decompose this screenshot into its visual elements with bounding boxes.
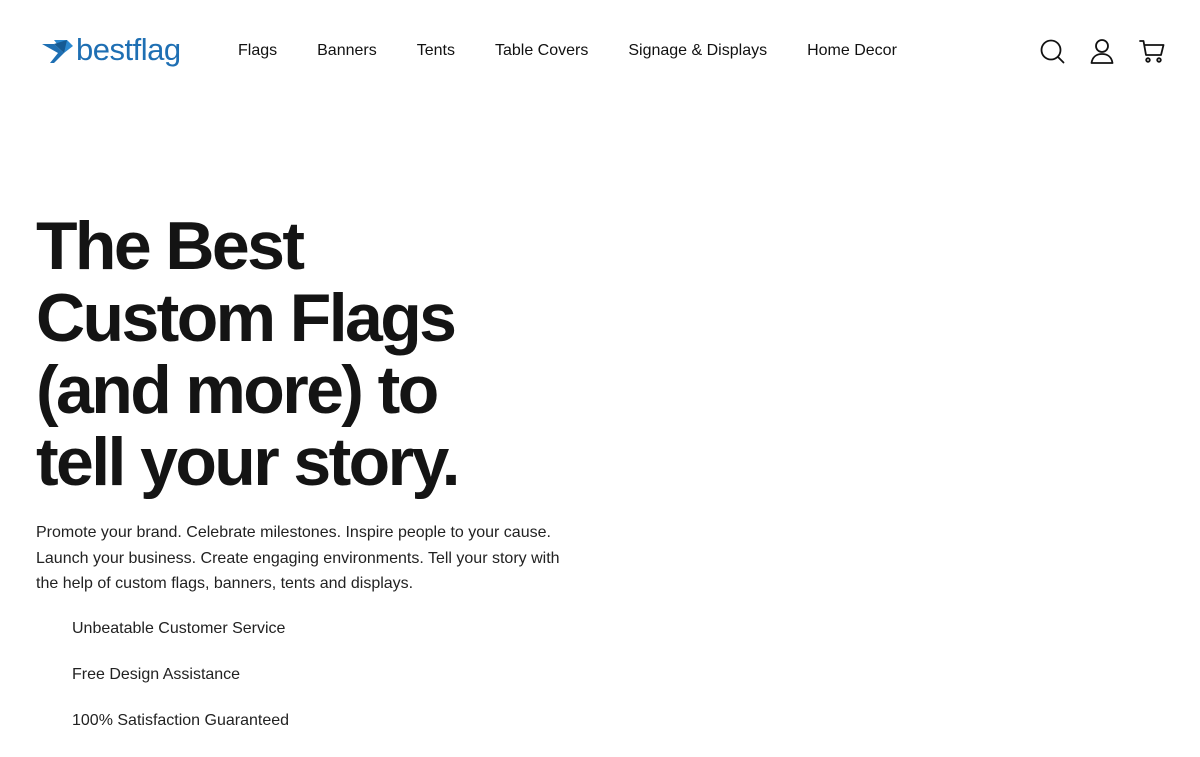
hero-section: The Best Custom Flags (and more) to tell… xyxy=(36,210,596,757)
nav-item-banners[interactable]: Banners xyxy=(317,41,377,61)
hero-title: The Best Custom Flags (and more) to tell… xyxy=(36,210,596,498)
main-nav: Flags Banners Tents Table Covers Signage… xyxy=(238,41,937,61)
logo-mark-icon xyxy=(42,40,73,63)
hero-title-line: (and more) to xyxy=(36,352,439,428)
nav-item-signage-displays[interactable]: Signage & Displays xyxy=(628,41,767,61)
hero-title-line: tell your story. xyxy=(36,424,461,500)
feature-list: Unbeatable Customer Service Free Design … xyxy=(36,619,596,731)
nav-item-table-covers[interactable]: Table Covers xyxy=(495,41,588,61)
cart-icon[interactable] xyxy=(1138,37,1166,65)
site-header: bestflag Flags Banners Tents Table Cover… xyxy=(0,0,1200,103)
feature-item: 100% Satisfaction Guaranteed xyxy=(72,711,290,729)
header-icons xyxy=(1038,37,1166,65)
feature-item: Unbeatable Customer Service xyxy=(72,619,286,637)
nav-item-home-decor[interactable]: Home Decor xyxy=(807,41,897,61)
hero-description: Promote your brand. Celebrate milestones… xyxy=(36,524,560,592)
account-icon[interactable] xyxy=(1088,37,1116,65)
feature-item: Free Design Assistance xyxy=(72,665,241,683)
hero-title-line: The Best xyxy=(36,208,305,284)
nav-item-tents[interactable]: Tents xyxy=(417,41,455,61)
nav-item-flags[interactable]: Flags xyxy=(238,41,277,61)
search-icon[interactable] xyxy=(1038,37,1066,65)
bestflag-logo[interactable]: bestflag xyxy=(40,31,181,71)
logo-text: bestflag xyxy=(76,31,181,67)
hero-title-line: Custom Flags xyxy=(36,280,457,356)
